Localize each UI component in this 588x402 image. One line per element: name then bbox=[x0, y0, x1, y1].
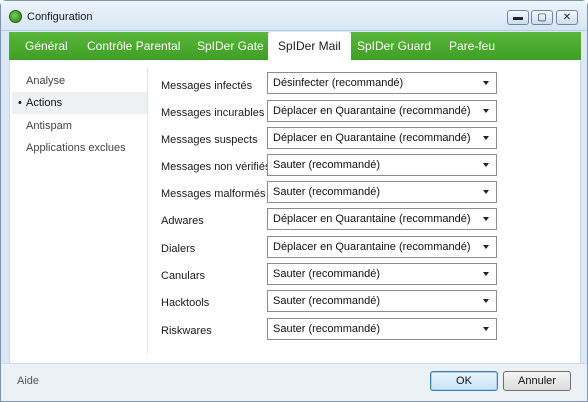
tab-spider-guard[interactable]: SpIDer Guard bbox=[347, 32, 441, 60]
select-value: Sauter (recommandé) bbox=[273, 186, 380, 198]
maximize-button[interactable]: ▢ bbox=[531, 10, 553, 25]
label-canulars: Canulars bbox=[161, 270, 206, 282]
select-messages-infectes[interactable]: Désinfecter (recommandé) bbox=[267, 72, 497, 94]
close-button[interactable]: ✕ bbox=[556, 10, 578, 25]
sidebar-divider bbox=[147, 68, 148, 354]
select-dialers[interactable]: Déplacer en Quarantaine (recommandé) bbox=[267, 236, 497, 258]
sidebar-item-applications-exclues[interactable]: Applications exclues bbox=[12, 137, 148, 159]
sidebar-item-label: Antispam bbox=[26, 120, 72, 132]
label-messages-incurables: Messages incurables bbox=[161, 107, 265, 119]
select-adwares[interactable]: Déplacer en Quarantaine (recommandé) bbox=[267, 208, 497, 230]
help-link[interactable]: Aide bbox=[17, 375, 39, 387]
configuration-window: Configuration ▬ ▢ ✕ Général Contrôle Par… bbox=[0, 0, 588, 402]
chevron-down-icon bbox=[483, 163, 489, 167]
label-hacktools: Hacktools bbox=[161, 297, 210, 309]
select-value: Déplacer en Quarantaine (recommandé) bbox=[273, 105, 471, 117]
label-messages-malformes: Messages malformés bbox=[161, 188, 266, 200]
select-canulars[interactable]: Sauter (recommandé) bbox=[267, 263, 497, 285]
tab-spider-gate[interactable]: SpIDer Gate bbox=[187, 32, 274, 60]
sidebar-item-analyse[interactable]: Analyse bbox=[12, 70, 148, 92]
select-messages-suspects[interactable]: Déplacer en Quarantaine (recommandé) bbox=[267, 127, 497, 149]
select-value: Sauter (recommandé) bbox=[273, 159, 380, 171]
tab-controle-parental[interactable]: Contrôle Parental bbox=[77, 32, 190, 60]
select-hacktools[interactable]: Sauter (recommandé) bbox=[267, 290, 497, 312]
chevron-down-icon bbox=[483, 81, 489, 85]
label-messages-suspects: Messages suspects bbox=[161, 134, 258, 146]
chevron-down-icon bbox=[483, 190, 489, 194]
chevron-down-icon bbox=[483, 245, 489, 249]
select-value: Sauter (recommandé) bbox=[273, 295, 380, 307]
sidebar-item-actions[interactable]: • Actions bbox=[12, 92, 148, 114]
chevron-down-icon bbox=[483, 109, 489, 113]
tab-spider-mail[interactable]: SpIDer Mail bbox=[268, 32, 351, 60]
drweb-spider-icon bbox=[9, 10, 22, 23]
window-title: Configuration bbox=[27, 11, 93, 23]
select-messages-malformes[interactable]: Sauter (recommandé) bbox=[267, 181, 497, 203]
active-bullet-icon: • bbox=[18, 97, 22, 109]
chevron-down-icon bbox=[483, 299, 489, 303]
settings-panel: Analyse • Actions Antispam Applications … bbox=[9, 60, 581, 363]
select-riskwares[interactable]: Sauter (recommandé) bbox=[267, 318, 497, 340]
sidebar-item-antispam[interactable]: Antispam bbox=[12, 115, 148, 137]
chevron-down-icon bbox=[483, 217, 489, 221]
sidebar-item-label: Applications exclues bbox=[26, 142, 126, 154]
minimize-button[interactable]: ▬ bbox=[507, 10, 529, 25]
label-messages-infectes: Messages infectés bbox=[161, 80, 253, 92]
cancel-button[interactable]: Annuler bbox=[503, 371, 571, 391]
chevron-down-icon bbox=[483, 136, 489, 140]
select-messages-incurables[interactable]: Déplacer en Quarantaine (recommandé) bbox=[267, 100, 497, 122]
select-messages-non-verifies[interactable]: Sauter (recommandé) bbox=[267, 154, 497, 176]
select-value: Désinfecter (recommandé) bbox=[273, 77, 404, 89]
select-value: Déplacer en Quarantaine (recommandé) bbox=[273, 241, 471, 253]
tab-bar: Général Contrôle Parental SpIDer Gate Sp… bbox=[9, 32, 581, 60]
select-value: Déplacer en Quarantaine (recommandé) bbox=[273, 213, 471, 225]
select-value: Sauter (recommandé) bbox=[273, 268, 380, 280]
label-dialers: Dialers bbox=[161, 243, 196, 255]
label-adwares: Adwares bbox=[161, 215, 204, 227]
select-value: Déplacer en Quarantaine (recommandé) bbox=[273, 132, 471, 144]
chevron-down-icon bbox=[483, 327, 489, 331]
sidebar-item-label: Analyse bbox=[26, 75, 66, 87]
ok-button[interactable]: OK bbox=[430, 371, 498, 391]
tab-general[interactable]: Général bbox=[15, 32, 78, 60]
footer-bar: Aide OK Annuler bbox=[1, 363, 587, 401]
tab-pare-feu[interactable]: Pare-feu bbox=[439, 32, 505, 60]
sidebar-item-label: Actions bbox=[26, 97, 63, 109]
label-riskwares: Riskwares bbox=[161, 325, 212, 337]
chevron-down-icon bbox=[483, 272, 489, 276]
label-messages-non-verifies: Messages non vérifiés bbox=[161, 161, 271, 173]
select-value: Sauter (recommandé) bbox=[273, 323, 380, 335]
title-bar: Configuration ▬ ▢ ✕ bbox=[1, 1, 587, 31]
